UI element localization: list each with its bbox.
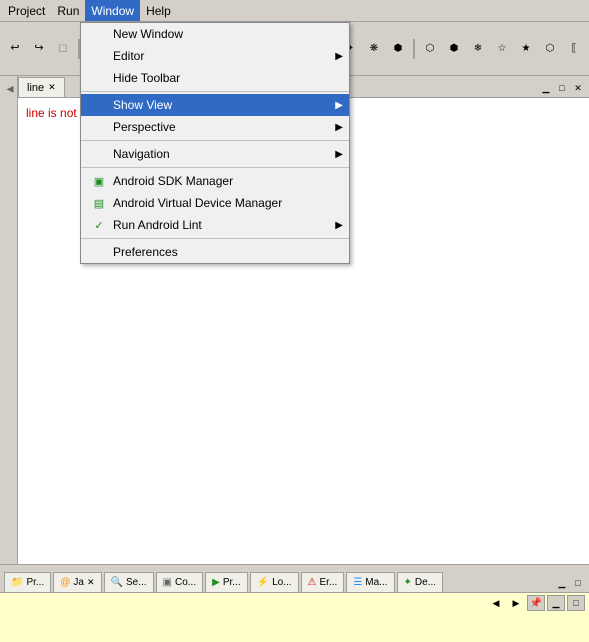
bottom-tab-lo[interactable]: ⚡ Lo... xyxy=(250,572,299,592)
bottom-panel: ◀ ▶ 📌 ▁ □ xyxy=(0,592,589,642)
lo-icon: ⚡ xyxy=(257,577,269,588)
toolbar-icon-j[interactable]: ★ xyxy=(515,38,537,60)
menu-run[interactable]: Run xyxy=(51,0,85,21)
editor-close-btn[interactable]: ✕ xyxy=(571,81,585,95)
run-android-lint-icon: ✓ xyxy=(89,217,109,233)
editor-tab-line[interactable]: line ✕ xyxy=(18,77,65,97)
pr1-icon: 📁 xyxy=(11,577,23,588)
menu-item-preferences[interactable]: Preferences xyxy=(81,241,349,263)
toolbar-icon-i[interactable]: ☆ xyxy=(491,38,513,60)
android-sdk-icon: ▣ xyxy=(89,173,109,189)
bottom-tab-ja[interactable]: @ Ja ✕ xyxy=(53,572,101,592)
menu-item-perspective[interactable]: Perspective ▶ xyxy=(81,116,349,138)
menu-window[interactable]: Window xyxy=(85,0,140,21)
bottom-tab-bar: 📁 Pr... @ Ja ✕ 🔍 Se... ▣ Co... ▶ Pr... ⚡… xyxy=(0,564,589,592)
bottom-minimize-btn[interactable]: ▁ xyxy=(555,576,569,590)
nav-back-btn[interactable]: ◀ xyxy=(487,595,505,611)
tab-close-icon[interactable]: ✕ xyxy=(48,82,56,93)
menu-item-show-view[interactable]: Show View ▶ xyxy=(81,94,349,116)
bottom-tab-co[interactable]: ▣ Co... xyxy=(156,572,204,592)
menu-item-android-virtual[interactable]: ▤ Android Virtual Device Manager xyxy=(81,192,349,214)
menu-separator-3 xyxy=(81,167,349,168)
menu-item-new-window[interactable]: New Window xyxy=(81,23,349,45)
menu-item-hide-toolbar[interactable]: Hide Toolbar xyxy=(81,67,349,89)
editor-arrow-icon: ▶ xyxy=(335,51,343,62)
bottom-tab-er[interactable]: ⚠ Er... xyxy=(301,572,345,592)
show-view-arrow-icon: ▶ xyxy=(335,100,343,111)
perspective-icon xyxy=(89,119,109,135)
editor-maximize-btn[interactable]: □ xyxy=(555,81,569,95)
de-icon: ✦ xyxy=(404,577,412,588)
bottom-panel-nav: ◀ ▶ 📌 ▁ □ xyxy=(487,595,585,611)
toolbar-icon-h[interactable]: ❄ xyxy=(467,38,489,60)
window-dropdown-menu: New Window Editor ▶ Hide Toolbar Show Vi… xyxy=(80,22,350,264)
perspective-arrow-icon: ▶ xyxy=(335,122,343,133)
menu-project[interactable]: Project xyxy=(2,0,51,21)
pr2-icon: ▶ xyxy=(212,577,220,588)
bottom-tab-de[interactable]: ✦ De... xyxy=(397,572,444,592)
bottom-tab-ma[interactable]: ☰ Ma... xyxy=(346,572,394,592)
sidebar-indicator: ▶ xyxy=(4,84,14,94)
show-view-icon xyxy=(89,97,109,113)
android-virtual-icon: ▤ xyxy=(89,195,109,211)
ma-icon: ☰ xyxy=(353,577,362,588)
menu-separator-1 xyxy=(81,91,349,92)
editor-minimize-btn[interactable]: ▁ xyxy=(539,81,553,95)
pin-btn[interactable]: 📌 xyxy=(527,595,545,611)
menu-item-android-sdk[interactable]: ▣ Android SDK Manager xyxy=(81,170,349,192)
bottom-bar-controls: ▁ □ xyxy=(555,576,585,592)
se-icon: 🔍 xyxy=(111,577,123,588)
navigation-arrow-icon: ▶ xyxy=(335,149,343,160)
panel-minimize-btn[interactable]: ▁ xyxy=(547,595,565,611)
toolbar-icon-f[interactable]: ⬡ xyxy=(419,38,441,60)
toolbar-icon-k[interactable]: ⬡ xyxy=(539,38,561,60)
bottom-tab-pr2[interactable]: ▶ Pr... xyxy=(205,572,248,592)
navigation-icon xyxy=(89,146,109,162)
left-sidebar: ▶ xyxy=(0,76,18,564)
editor-icon xyxy=(89,48,109,64)
toolbar-btn-2[interactable]: ↪ xyxy=(28,38,50,60)
menu-item-run-android-lint[interactable]: ✓ Run Android Lint ▶ xyxy=(81,214,349,236)
nav-forward-btn[interactable]: ▶ xyxy=(507,595,525,611)
toolbar-btn-1[interactable]: ↩ xyxy=(4,38,26,60)
menu-bar: Project Run Window Help xyxy=(0,0,589,22)
ja-close-icon[interactable]: ✕ xyxy=(87,577,95,588)
editor-tab-controls: ▁ □ ✕ xyxy=(535,79,589,97)
menu-item-editor[interactable]: Editor ▶ xyxy=(81,45,349,67)
hide-toolbar-icon xyxy=(89,70,109,86)
menu-separator-4 xyxy=(81,238,349,239)
new-window-icon xyxy=(89,26,109,42)
toolbar-sep-4 xyxy=(413,39,415,59)
co-icon: ▣ xyxy=(163,577,172,588)
er-icon: ⚠ xyxy=(308,577,317,588)
toolbar-icon-d[interactable]: ❋ xyxy=(363,38,385,60)
toolbar-btn-3[interactable]: ◻ xyxy=(52,38,74,60)
ja-icon: @ xyxy=(60,577,70,588)
menu-item-navigation[interactable]: Navigation ▶ xyxy=(81,143,349,165)
preferences-icon xyxy=(89,244,109,260)
bottom-tab-se[interactable]: 🔍 Se... xyxy=(104,572,154,592)
lint-arrow-icon: ▶ xyxy=(335,220,343,231)
menu-separator-2 xyxy=(81,140,349,141)
panel-maximize-btn[interactable]: □ xyxy=(567,595,585,611)
toolbar-icon-g[interactable]: ⬢ xyxy=(443,38,465,60)
toolbar-icon-l[interactable]: ⟦ xyxy=(563,38,585,60)
menu-help[interactable]: Help xyxy=(140,0,177,21)
bottom-tab-pr1[interactable]: 📁 Pr... xyxy=(4,572,51,592)
toolbar-icon-e[interactable]: ⬢ xyxy=(387,38,409,60)
bottom-maximize-btn[interactable]: □ xyxy=(571,576,585,590)
